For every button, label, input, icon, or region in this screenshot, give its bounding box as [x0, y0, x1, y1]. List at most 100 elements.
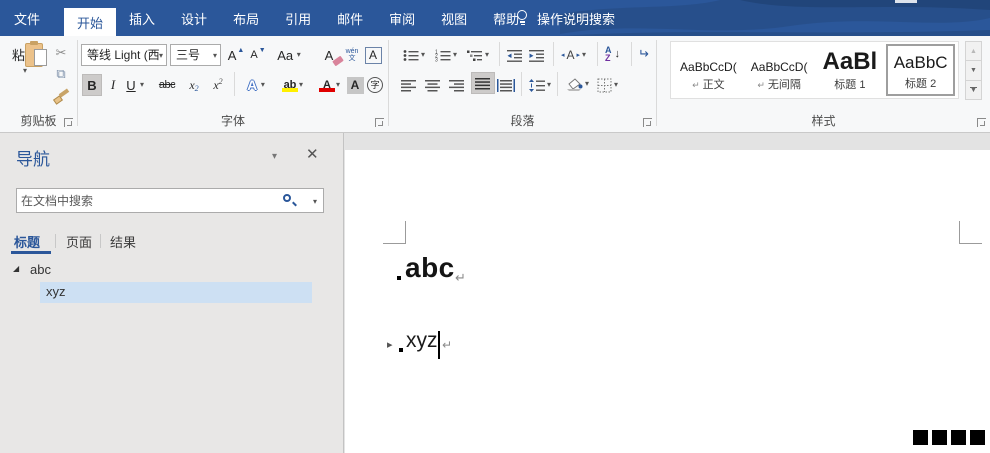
- distribute-icon: [497, 78, 515, 92]
- text-effects-dropdown-icon: ▾: [260, 80, 265, 89]
- search-icon[interactable]: [283, 194, 297, 208]
- clipboard-group: 粘贴 ▾ ✂ ⧉ 剪贴板: [0, 36, 77, 132]
- multilevel-list-button[interactable]: ▾: [467, 44, 489, 66]
- shrink-font-button[interactable]: A ▼: [248, 44, 268, 66]
- paste-dropdown-icon[interactable]: ▾: [5, 67, 45, 75]
- tab-review[interactable]: 审阅: [376, 0, 428, 36]
- ribbon: 粘贴 ▾ ✂ ⧉ 剪贴板 等线 Light (西 ▾ 三号 ▾ A▲: [0, 36, 990, 133]
- heading2-bullet: [399, 348, 403, 352]
- search-input[interactable]: [21, 189, 271, 212]
- shading-button[interactable]: ▾: [565, 73, 589, 95]
- heading1-line[interactable]: abc ↵: [345, 252, 990, 304]
- cut-icon[interactable]: ✂: [50, 44, 72, 62]
- decrease-indent-button[interactable]: [507, 44, 523, 66]
- font-name-dropdown-icon[interactable]: ▾: [159, 52, 163, 60]
- close-icon[interactable]: ✕: [306, 145, 319, 163]
- borders-button[interactable]: ▾: [597, 74, 618, 96]
- italic-button[interactable]: I: [106, 74, 120, 96]
- phonetic-top: wén: [345, 48, 359, 55]
- enclose-characters-button[interactable]: 字: [366, 74, 384, 96]
- navigation-options-icon[interactable]: ▾: [272, 151, 277, 162]
- strikethrough-button[interactable]: abc: [154, 74, 180, 96]
- tab-mailings[interactable]: 邮件: [324, 0, 376, 36]
- tab-layout[interactable]: 布局: [220, 0, 272, 36]
- align-center-button[interactable]: [425, 74, 441, 96]
- paragraph-dialog-launcher[interactable]: [643, 118, 652, 127]
- heading2-line[interactable]: ▸ xyz ↵: [345, 329, 990, 369]
- tab-view[interactable]: 视图: [428, 0, 480, 36]
- style-heading1[interactable]: AaBl 标题 1: [816, 44, 885, 96]
- style-normal[interactable]: AaBbCcD( ↵ 正文: [674, 44, 743, 96]
- copy-icon[interactable]: ⧉: [50, 65, 72, 83]
- heading1-text[interactable]: abc: [405, 252, 455, 284]
- font-dialog-launcher[interactable]: [375, 118, 384, 127]
- small-separator: [499, 42, 500, 66]
- nav-heading-xyz-selected[interactable]: xyz: [40, 282, 312, 303]
- nav-tab-results[interactable]: 结果: [110, 232, 136, 251]
- align-left-button[interactable]: [401, 74, 417, 96]
- tab-references[interactable]: 引用: [272, 0, 324, 36]
- grow-font-button[interactable]: A ▲: [226, 44, 246, 66]
- heading-collapse-icon[interactable]: ▸: [387, 338, 393, 351]
- line-spacing-icon: [529, 78, 545, 92]
- margin-crop-mark: [383, 243, 406, 244]
- style-label: ↵ 无间隔: [757, 79, 801, 91]
- collapse-triangle-icon[interactable]: ◢: [13, 264, 19, 273]
- tab-design[interactable]: 设计: [168, 0, 220, 36]
- tab-home[interactable]: 开始: [64, 8, 117, 36]
- clear-formatting-button[interactable]: A: [318, 44, 344, 67]
- justify-button[interactable]: [471, 72, 495, 94]
- paste-button[interactable]: 粘贴 ▾: [5, 41, 47, 111]
- style-preview: AaBbCcD(: [750, 60, 808, 74]
- sort-button[interactable]: AZ ↓: [605, 43, 620, 65]
- character-shading-button[interactable]: A: [346, 74, 364, 96]
- heading2-text[interactable]: xyz: [406, 329, 438, 353]
- phonetic-guide-button[interactable]: wén 文: [344, 44, 360, 66]
- text-effects-button[interactable]: A ▾: [241, 74, 271, 96]
- character-border-button[interactable]: A: [364, 44, 382, 66]
- subscript-button[interactable]: x2: [184, 74, 204, 96]
- format-painter-icon[interactable]: [53, 88, 70, 105]
- show-hide-marks-button[interactable]: ↵: [638, 43, 649, 65]
- tab-file[interactable]: 文件: [0, 0, 54, 36]
- nav-heading-abc[interactable]: ◢ abc: [0, 261, 344, 281]
- margin-crop-mark: [959, 221, 960, 243]
- search-dropdown-icon[interactable]: ▾: [313, 197, 317, 206]
- numbering-icon: 123: [435, 49, 451, 62]
- styles-scroll-down[interactable]: ▼: [965, 60, 982, 81]
- change-case-button[interactable]: Aa ▾: [274, 44, 304, 66]
- asian-layout-button[interactable]: ◂ A ▸ ▾: [561, 44, 586, 66]
- style-no-spacing[interactable]: AaBbCcD( ↵ 无间隔: [745, 44, 814, 96]
- phonetic-bottom: 文: [348, 55, 356, 62]
- font-size-dropdown-icon[interactable]: ▾: [213, 52, 217, 60]
- style-heading2[interactable]: AaBbC 标题 2: [886, 44, 955, 96]
- tab-insert[interactable]: 插入: [116, 0, 168, 36]
- line-spacing-button[interactable]: ▾: [529, 74, 551, 96]
- nav-tab-headings[interactable]: 标题: [14, 232, 40, 251]
- tab-separator: [100, 234, 101, 248]
- superscript-button[interactable]: x2: [208, 74, 228, 96]
- styles-scroll-up[interactable]: ▲: [965, 41, 982, 62]
- clipboard-dialog-launcher[interactable]: [64, 118, 73, 127]
- highlight-button[interactable]: ab ▾: [276, 74, 308, 96]
- align-right-button[interactable]: [449, 74, 465, 96]
- nav-tab-pages[interactable]: 页面: [66, 232, 92, 251]
- enclose-characters-icon: 字: [367, 77, 383, 93]
- borders-icon: [597, 78, 612, 92]
- distribute-button[interactable]: [497, 74, 515, 96]
- font-color-button[interactable]: A ▾: [314, 74, 344, 96]
- underline-button[interactable]: U: [124, 74, 138, 96]
- small-separator: [631, 42, 632, 66]
- styles-dialog-launcher[interactable]: [977, 118, 986, 127]
- underline-dropdown-icon[interactable]: ▾: [140, 81, 144, 89]
- borders-dropdown-icon: ▾: [614, 80, 619, 89]
- paragraph-group-label: 段落: [510, 114, 535, 128]
- tell-me-search[interactable]: 操作说明搜索: [516, 0, 615, 36]
- increase-indent-button[interactable]: [529, 44, 545, 66]
- font-size-combo[interactable]: 三号 ▾: [170, 44, 221, 66]
- numbering-button[interactable]: 123 ▾: [435, 44, 457, 66]
- font-name-combo[interactable]: 等线 Light (西 ▾: [81, 44, 167, 66]
- styles-more-button[interactable]: ▼: [965, 79, 982, 100]
- bold-button[interactable]: B: [82, 74, 102, 96]
- bullets-button[interactable]: ▾: [403, 44, 425, 66]
